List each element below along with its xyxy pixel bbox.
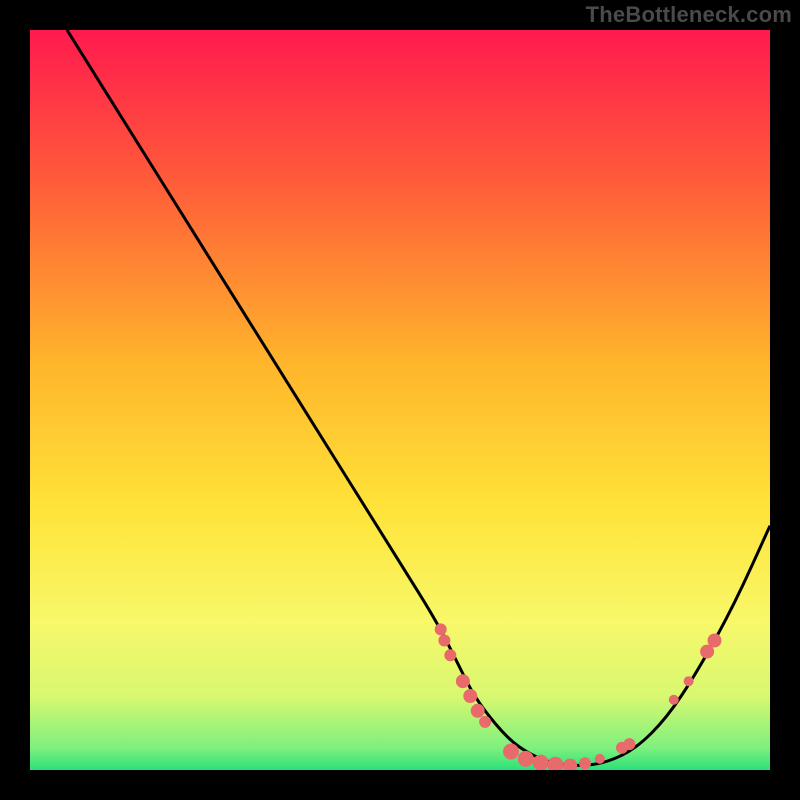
data-marker xyxy=(438,635,450,647)
data-marker xyxy=(471,704,485,718)
data-marker xyxy=(518,751,534,767)
data-marker xyxy=(579,757,591,769)
data-marker xyxy=(456,674,470,688)
plot-svg xyxy=(30,30,770,770)
data-marker xyxy=(435,623,447,635)
data-marker xyxy=(595,754,605,764)
watermark-text: TheBottleneck.com xyxy=(586,2,792,28)
data-marker xyxy=(463,689,477,703)
data-marker xyxy=(708,634,722,648)
data-marker xyxy=(533,755,549,770)
data-marker xyxy=(503,744,519,760)
data-marker xyxy=(479,716,491,728)
data-marker xyxy=(684,676,694,686)
data-marker xyxy=(669,695,679,705)
gradient-background xyxy=(30,30,770,770)
data-marker xyxy=(444,649,456,661)
chart-frame: TheBottleneck.com xyxy=(0,0,800,800)
plot-area xyxy=(30,30,770,770)
data-marker xyxy=(623,738,635,750)
